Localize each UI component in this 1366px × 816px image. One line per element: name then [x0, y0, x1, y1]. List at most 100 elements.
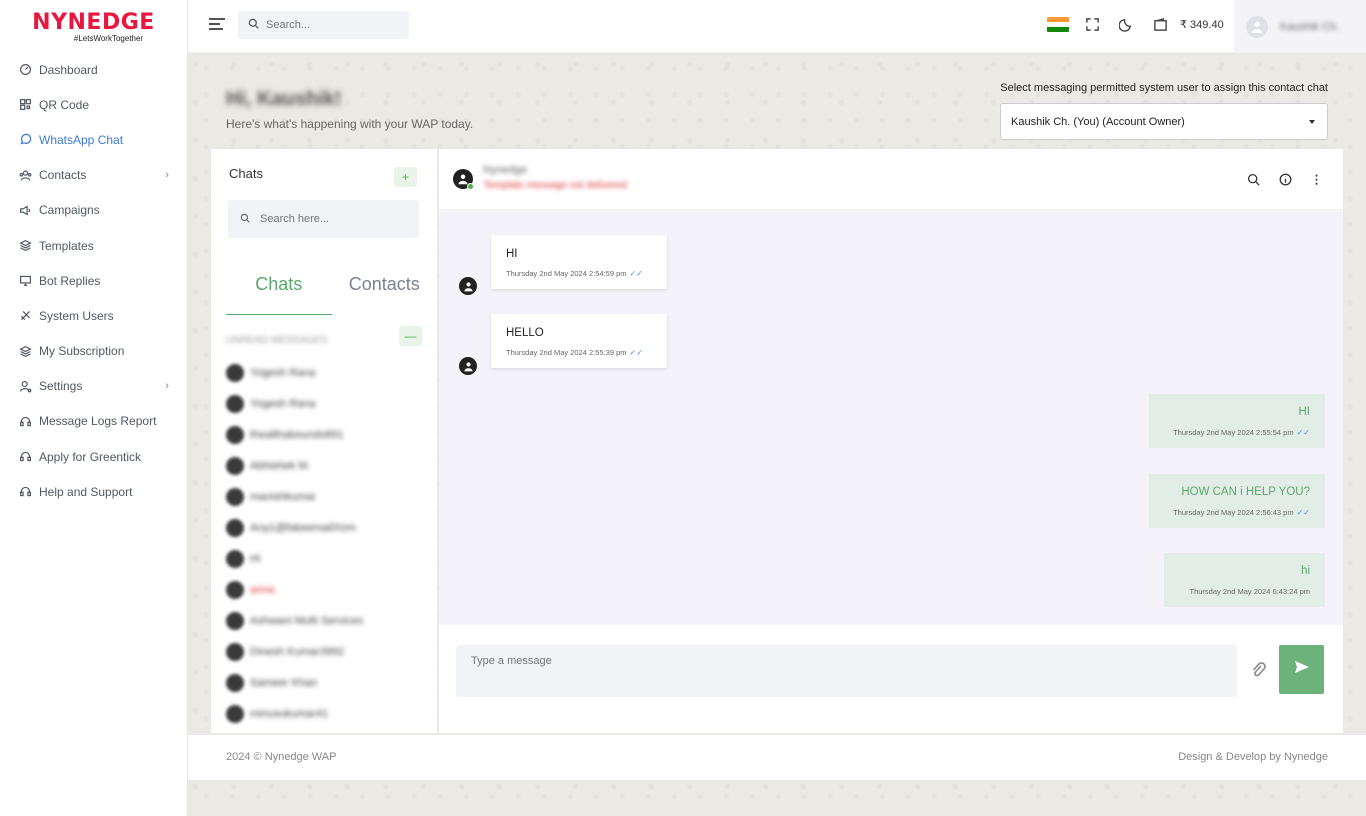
- sidebar-item-bot-replies[interactable]: Bot Replies: [0, 263, 187, 298]
- avatar: [226, 425, 244, 444]
- collapse-section-button[interactable]: —: [399, 326, 422, 346]
- assign-user-selected: Kaushik Ch. (You) (Account Owner): [1011, 115, 1185, 128]
- message-meta: Thursday 2nd May 2024 2:55:39 pm ✓✓: [506, 348, 652, 357]
- outgoing-message: HI Thursday 2nd May 2024 2:55:54 pm ✓✓: [1149, 394, 1325, 448]
- chat-search-input[interactable]: [260, 213, 410, 225]
- chat-list-items: Yogesh Rana Yogesh Rana thealthabounds89…: [226, 357, 426, 729]
- list-item[interactable]: Dinesh Kumar3992: [226, 636, 426, 667]
- avatar: [226, 704, 244, 723]
- sidebar-item-qr-code[interactable]: QR Code: [0, 87, 187, 122]
- flag-stripe-green: [1047, 27, 1069, 32]
- avatar: [459, 357, 477, 375]
- layers-icon: [18, 239, 32, 253]
- sidebar: NYNEDGE #LetsWorkTogether Dashboard QR C…: [0, 0, 188, 816]
- sidebar-item-settings[interactable]: Settings ›: [0, 369, 187, 404]
- sidebar-item-label: Templates: [39, 238, 94, 253]
- message-text: HOW CAN i HELP YOU?: [1181, 486, 1310, 498]
- tab-chats[interactable]: Chats: [226, 267, 332, 315]
- more-options-icon[interactable]: [1308, 171, 1324, 187]
- paperclip-icon[interactable]: [1250, 661, 1266, 679]
- sidebar-item-templates[interactable]: Templates: [0, 228, 187, 263]
- list-item[interactable]: Yogesh Rana: [226, 357, 426, 388]
- page-greeting: Hi, Kaushik!: [226, 88, 342, 110]
- top-search[interactable]: [238, 11, 409, 39]
- brand-name: NYNEDGE: [32, 10, 155, 35]
- double-check-icon: ✓✓: [1296, 428, 1310, 437]
- avatar: [226, 363, 244, 382]
- page-subtitle: Here's what's happening with your WAP to…: [226, 117, 474, 131]
- list-item[interactable]: minusukumar41: [226, 698, 426, 729]
- sidebar-nav: Dashboard QR Code WhatsApp Chat Contacts…: [0, 52, 187, 509]
- avatar: [1246, 15, 1268, 38]
- search-input[interactable]: [266, 19, 396, 31]
- contacts-icon: [18, 168, 32, 182]
- sidebar-item-dashboard[interactable]: Dashboard: [0, 52, 187, 87]
- fullscreen-icon[interactable]: [1084, 16, 1100, 32]
- chat-list-tabs: Chats Contacts: [226, 267, 437, 315]
- info-icon[interactable]: [1277, 171, 1293, 187]
- sidebar-item-label: Help and Support: [39, 484, 133, 499]
- monitor-icon: [18, 274, 32, 288]
- chat-list-title: Chats: [229, 166, 263, 181]
- wallet-icon[interactable]: [1152, 16, 1168, 32]
- avatar: [226, 549, 244, 568]
- message-meta: Thursday 2nd May 2024 2:54:59 pm ✓✓: [506, 269, 652, 278]
- message-meta: Thursday 2nd May 2024 2:56:43 pm ✓✓: [1164, 508, 1310, 517]
- menu-toggle-icon[interactable]: [209, 18, 225, 32]
- list-item[interactable]: Ashwani Multi Services: [226, 605, 426, 636]
- dark-mode-moon-icon[interactable]: [1118, 16, 1134, 32]
- chevron-right-icon: ›: [165, 380, 169, 393]
- avatar: [226, 611, 244, 630]
- avatar: [226, 394, 244, 413]
- message-text: HI: [1298, 406, 1311, 418]
- sidebar-item-my-subscription[interactable]: My Subscription: [0, 334, 187, 369]
- chat-contact-name: Abhishek M.: [250, 459, 311, 472]
- sidebar-item-label: Bot Replies: [39, 273, 101, 288]
- list-item[interactable]: manishkumar: [226, 481, 426, 512]
- message-time: Thursday 2nd May 2024 2:56:43 pm: [1173, 508, 1294, 517]
- caret-down-icon: [1309, 120, 1315, 124]
- sidebar-item-label: Apply for Greentick: [39, 449, 142, 464]
- list-item[interactable]: Hi: [226, 543, 426, 574]
- double-check-icon: ✓✓: [629, 269, 643, 278]
- avatar: [226, 518, 244, 537]
- list-item[interactable]: Abhishek M.: [226, 450, 426, 481]
- chat-list-panel: Chats + Chats Contacts UNREAD MESSAGES —…: [211, 149, 437, 733]
- list-item[interactable]: Any1@fakeemailXom: [226, 512, 426, 543]
- footer-copyright: 2024 © Nynedge WAP: [226, 751, 337, 763]
- chat-contact-name: Any1@fakeemailXom: [250, 521, 356, 534]
- settings-user-icon: [18, 379, 32, 393]
- message-meta: Thursday 2nd May 2024 2:55:54 pm ✓✓: [1164, 428, 1310, 437]
- sidebar-item-help-and-support[interactable]: Help and Support: [0, 474, 187, 509]
- list-item[interactable]: thealthabounds891: [226, 419, 426, 450]
- outgoing-message: hi Thursday 2nd May 2024 6:43:24 pm: [1164, 553, 1325, 607]
- message-input[interactable]: [456, 645, 1237, 697]
- search-icon[interactable]: [1245, 171, 1261, 187]
- brand-logo[interactable]: NYNEDGE #LetsWorkTogether: [0, 0, 187, 52]
- avatar: [226, 487, 244, 506]
- chat-contact-name: thealthabounds891: [250, 428, 344, 441]
- user-menu[interactable]: Kaushik Ch.: [1234, 0, 1366, 53]
- message-time: Thursday 2nd May 2024 2:55:39 pm: [506, 348, 627, 357]
- list-item[interactable]: Yogesh Rana: [226, 388, 426, 419]
- chat-search[interactable]: [228, 200, 419, 238]
- sidebar-item-message-logs-report[interactable]: Message Logs Report: [0, 404, 187, 439]
- list-item[interactable]: anna: [226, 574, 426, 605]
- send-button[interactable]: [1279, 645, 1324, 694]
- outgoing-message: HOW CAN i HELP YOU? Thursday 2nd May 202…: [1149, 474, 1325, 528]
- sidebar-item-system-users[interactable]: System Users: [0, 298, 187, 333]
- tab-contacts[interactable]: Contacts: [332, 267, 438, 315]
- unread-section-header: UNREAD MESSAGES —: [226, 326, 422, 346]
- send-icon: [1294, 659, 1310, 680]
- sidebar-item-label: WhatsApp Chat: [39, 132, 124, 147]
- sidebar-item-apply-for-greentick[interactable]: Apply for Greentick: [0, 439, 187, 474]
- chat-contact-name: Hi: [250, 552, 261, 565]
- language-flag-icon[interactable]: [1047, 17, 1069, 32]
- assign-user-select[interactable]: Kaushik Ch. (You) (Account Owner): [1000, 103, 1328, 140]
- list-item[interactable]: Sameer Khan: [226, 667, 426, 698]
- add-chat-button[interactable]: +: [394, 167, 417, 187]
- chat-contact-name: anna: [250, 583, 275, 596]
- sidebar-item-whatsapp-chat[interactable]: WhatsApp Chat: [0, 122, 187, 157]
- sidebar-item-contacts[interactable]: Contacts ›: [0, 158, 187, 193]
- sidebar-item-campaigns[interactable]: Campaigns: [0, 193, 187, 228]
